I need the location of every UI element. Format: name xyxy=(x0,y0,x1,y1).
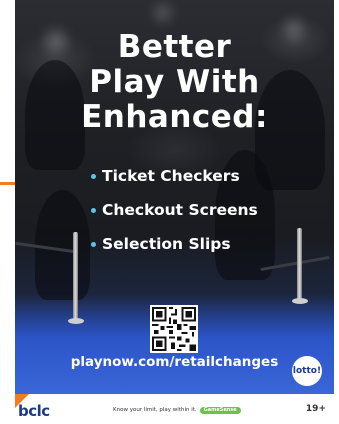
bullet-dot-icon xyxy=(91,174,96,179)
retail-changes-url[interactable]: playnow.com/retailchanges xyxy=(15,354,334,370)
lotto-logo-icon: lotto! xyxy=(292,356,322,386)
feature-label: Checkout Screens xyxy=(102,201,258,219)
gamesense-badge: GameSense xyxy=(199,407,241,414)
headline: Better Play With Enhanced: xyxy=(15,30,334,135)
feature-item: Checkout Screens xyxy=(91,202,258,219)
stanchion-post xyxy=(73,232,78,320)
bullet-dot-icon xyxy=(91,208,96,213)
stanchion-base xyxy=(292,298,308,304)
feature-item: Ticket Checkers xyxy=(91,168,258,185)
headline-line: Better xyxy=(117,29,232,65)
footer-bar: bclc Know your limit, play within it. Gam… xyxy=(15,394,334,424)
light-bokeh xyxy=(155,5,171,21)
feature-label: Selection Slips xyxy=(102,235,231,253)
bclc-logo: bclc xyxy=(18,402,50,420)
bullet-dot-icon xyxy=(91,242,96,247)
responsible-play-tagline: Know your limit, play within it. GameSens… xyxy=(113,407,241,414)
headline-line: Play With xyxy=(89,64,260,100)
age-restriction-badge: 19+ xyxy=(305,404,326,414)
feature-label: Ticket Checkers xyxy=(102,167,240,185)
qr-code-icon[interactable] xyxy=(150,305,198,353)
tagline-text: Know your limit, play within it. xyxy=(113,407,197,413)
stanchion-base xyxy=(68,318,84,324)
stanchion-post xyxy=(297,228,302,300)
feature-item: Selection Slips xyxy=(91,236,258,253)
poster: Better Play With Enhanced: Ticket Checke… xyxy=(15,0,334,394)
orange-accent-bar xyxy=(0,182,15,185)
feature-list: Ticket Checkers Checkout Screens Selecti… xyxy=(91,168,258,270)
headline-line: Enhanced: xyxy=(81,99,268,135)
